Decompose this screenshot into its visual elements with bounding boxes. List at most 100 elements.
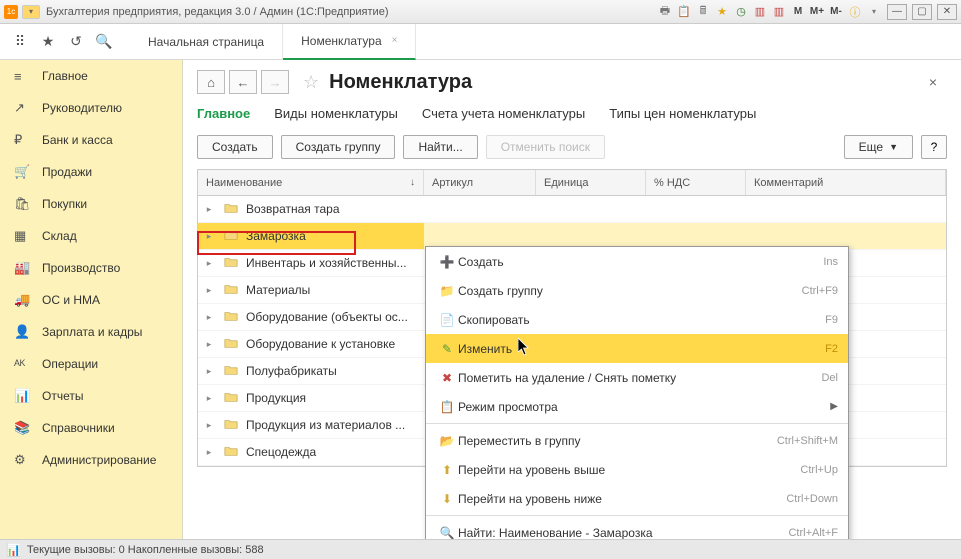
back-button[interactable]: ← bbox=[229, 70, 257, 94]
subtab-main[interactable]: Главное bbox=[197, 106, 250, 121]
page-close-button[interactable]: × bbox=[929, 74, 937, 90]
cancel-search-button[interactable]: Отменить поиск bbox=[486, 135, 605, 159]
info-icon[interactable]: ⓘ bbox=[847, 4, 863, 20]
sidebar-item[interactable]: 🛒Продажи bbox=[0, 156, 182, 188]
sidebar-item[interactable]: 📊Отчеты bbox=[0, 380, 182, 412]
cal1-icon[interactable]: ▥ bbox=[752, 4, 768, 20]
expand-icon[interactable]: ▸ bbox=[202, 447, 216, 458]
context-menu-item[interactable]: 📂Переместить в группуCtrl+Shift+M bbox=[426, 426, 848, 455]
maximize-button[interactable]: ▢ bbox=[912, 4, 932, 20]
sidebar-label: Покупки bbox=[42, 197, 87, 211]
subtab-types[interactable]: Виды номенклатуры bbox=[274, 106, 398, 121]
more-button[interactable]: Еще ▼ bbox=[844, 135, 913, 159]
sidebar-item[interactable]: ₽Банк и касса bbox=[0, 124, 182, 156]
clock-icon[interactable]: ◷ bbox=[733, 4, 749, 20]
create-group-button[interactable]: Создать группу bbox=[281, 135, 396, 159]
menu-shortcut: Del bbox=[821, 372, 838, 384]
context-menu-item[interactable]: ✖Пометить на удаление / Снять пометкуDel bbox=[426, 363, 848, 392]
col-comment[interactable]: Комментарий bbox=[746, 170, 946, 195]
star-icon[interactable]: ★ bbox=[714, 4, 730, 20]
cal2-icon[interactable]: ▥ bbox=[771, 4, 787, 20]
menu-icon: 🔍 bbox=[436, 526, 458, 540]
tab-home[interactable]: Начальная страница bbox=[130, 24, 283, 60]
close-window-button[interactable]: ✕ bbox=[937, 4, 957, 20]
expand-icon[interactable]: ▸ bbox=[202, 366, 216, 377]
folder-icon bbox=[224, 256, 238, 271]
menu-label: Перейти на уровень ниже bbox=[458, 492, 786, 506]
history-icon[interactable]: ↺ bbox=[64, 30, 88, 54]
context-menu-item[interactable]: ⬇Перейти на уровень нижеCtrl+Down bbox=[426, 484, 848, 513]
context-menu-item[interactable]: ✎ИзменитьF2 bbox=[426, 334, 848, 363]
submenu-arrow-icon: ▶ bbox=[830, 401, 838, 412]
col-name[interactable]: Наименование↓ bbox=[198, 170, 424, 195]
home-button[interactable]: ⌂ bbox=[197, 70, 225, 94]
fav-icon[interactable]: 📋 bbox=[676, 4, 692, 20]
sidebar-item[interactable]: ▦Склад bbox=[0, 220, 182, 252]
sidebar-item[interactable]: 📚Справочники bbox=[0, 412, 182, 444]
expand-icon[interactable]: ▸ bbox=[202, 312, 216, 323]
calc-icon[interactable]: 🖩 bbox=[695, 4, 711, 20]
row-label: Продукция из материалов ... bbox=[246, 418, 405, 432]
titlebar-dropdown[interactable]: ▾ bbox=[22, 5, 40, 19]
forward-button[interactable]: → bbox=[261, 70, 289, 94]
table-row[interactable]: ▸Возвратная тара bbox=[198, 196, 946, 223]
apps-icon[interactable]: ⠿ bbox=[8, 30, 32, 54]
context-menu: ➕СоздатьIns📁Создать группуCtrl+F9📄Скопир… bbox=[425, 246, 849, 539]
expand-icon[interactable]: ▸ bbox=[202, 339, 216, 350]
col-vat[interactable]: % НДС bbox=[646, 170, 746, 195]
expand-icon[interactable]: ▸ bbox=[202, 204, 216, 215]
toolbar: ⠿ ★ ↺ 🔍 Начальная страница Номенклатура× bbox=[0, 24, 961, 60]
expand-icon[interactable]: ▸ bbox=[202, 393, 216, 404]
sidebar-label: Зарплата и кадры bbox=[42, 325, 142, 339]
print-icon[interactable]: 🖶 bbox=[657, 4, 673, 20]
sidebar-item[interactable]: 🛍Покупки bbox=[0, 188, 182, 220]
sidebar-icon: 👤 bbox=[14, 324, 32, 340]
more-label: Еще bbox=[859, 140, 883, 154]
context-menu-item[interactable]: 📁Создать группуCtrl+F9 bbox=[426, 276, 848, 305]
sidebar-label: Банк и касса bbox=[42, 133, 113, 147]
context-menu-item[interactable]: 📄СкопироватьF9 bbox=[426, 305, 848, 334]
sidebar-item[interactable]: 🚚ОС и НМА bbox=[0, 284, 182, 316]
menu-icon: ➕ bbox=[436, 255, 458, 269]
context-menu-item[interactable]: 🔍Найти: Наименование - ЗамарозкаCtrl+Alt… bbox=[426, 518, 848, 539]
subtab-prices[interactable]: Типы цен номенклатуры bbox=[609, 106, 756, 121]
m-button[interactable]: M bbox=[790, 4, 806, 20]
subtab-accounts[interactable]: Счета учета номенклатуры bbox=[422, 106, 585, 121]
tab-close-icon[interactable]: × bbox=[392, 35, 398, 46]
chevron-down-icon: ▼ bbox=[889, 142, 898, 152]
create-button[interactable]: Создать bbox=[197, 135, 273, 159]
col-article[interactable]: Артикул bbox=[424, 170, 536, 195]
sidebar-item[interactable]: ↗Руководителю bbox=[0, 92, 182, 124]
sidebar-item[interactable]: ⚙Администрирование bbox=[0, 444, 182, 476]
main-area: ⌂ ← → ☆ Номенклатура × Главное Виды номе… bbox=[183, 60, 961, 539]
expand-icon[interactable]: ▸ bbox=[202, 258, 216, 269]
search-icon[interactable]: 🔍 bbox=[92, 30, 116, 54]
info-dd-icon[interactable]: ▾ bbox=[866, 4, 882, 20]
menu-label: Пометить на удаление / Снять пометку bbox=[458, 371, 821, 385]
minimize-button[interactable]: — bbox=[887, 4, 907, 20]
star-outline-icon[interactable]: ☆ bbox=[303, 72, 319, 93]
m-minus-button[interactable]: M- bbox=[828, 4, 844, 20]
favorite-icon[interactable]: ★ bbox=[36, 30, 60, 54]
folder-icon bbox=[224, 391, 238, 406]
context-menu-item[interactable]: ⬆Перейти на уровень вышеCtrl+Up bbox=[426, 455, 848, 484]
expand-icon[interactable]: ▸ bbox=[202, 285, 216, 296]
menu-icon: 📁 bbox=[436, 284, 458, 298]
expand-icon[interactable]: ▸ bbox=[202, 420, 216, 431]
sidebar-item[interactable]: 👤 Зарплата и кадры bbox=[0, 316, 182, 348]
expand-icon[interactable]: ▸ bbox=[202, 231, 216, 242]
m-plus-button[interactable]: M+ bbox=[809, 4, 825, 20]
status-bar: 📊 Текущие вызовы: 0 Накопленные вызовы: … bbox=[0, 539, 961, 559]
sidebar-icon: ↗ bbox=[14, 100, 32, 116]
sidebar-item[interactable]: ᴬᴷОперации bbox=[0, 348, 182, 380]
sidebar-item[interactable]: ≡Главное bbox=[0, 60, 182, 92]
context-menu-item[interactable]: ➕СоздатьIns bbox=[426, 247, 848, 276]
help-button[interactable]: ? bbox=[921, 135, 947, 159]
context-menu-item[interactable]: 📋Режим просмотра▶ bbox=[426, 392, 848, 421]
sidebar: ≡Главное↗Руководителю₽Банк и касса🛒Прода… bbox=[0, 60, 183, 539]
menu-shortcut: F2 bbox=[825, 343, 838, 355]
tab-nomenclature[interactable]: Номенклатура× bbox=[283, 24, 416, 60]
sidebar-item[interactable]: 🏭Производство bbox=[0, 252, 182, 284]
col-unit[interactable]: Единица bbox=[536, 170, 646, 195]
find-button[interactable]: Найти... bbox=[403, 135, 477, 159]
